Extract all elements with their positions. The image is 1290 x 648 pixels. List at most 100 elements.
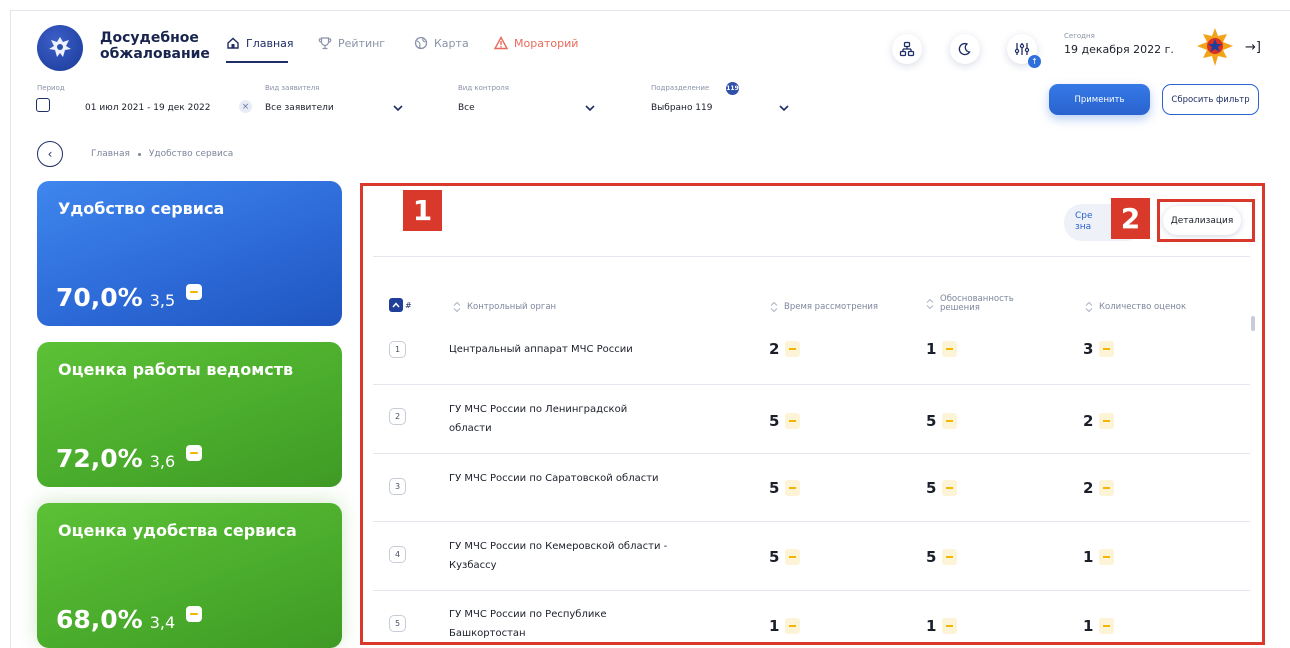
logout-icon[interactable]: →] [1245, 40, 1261, 55]
division-label: Подразделение [651, 84, 710, 92]
breadcrumb-separator [137, 152, 141, 156]
nav-home[interactable]: Главная [226, 36, 294, 50]
divider [373, 256, 1250, 257]
brand-title[interactable]: Досудебное обжалование [100, 30, 210, 62]
sort-number-header[interactable]: # [389, 298, 412, 312]
validity-value: 1 [926, 340, 937, 358]
agency-work-card[interactable]: Оценка работы ведомств 72,0% 3,6 [37, 342, 342, 487]
chevron-down-icon[interactable] [393, 104, 403, 112]
row-validity-value: 1 [926, 340, 958, 358]
card-title: Оценка удобства сервиса [58, 521, 297, 540]
logo-emblem[interactable] [37, 25, 83, 71]
row-org: ГУ МЧС России по Ленинградской области [449, 404, 628, 434]
number-header-label: # [405, 300, 412, 310]
card-title: Оценка работы ведомств [58, 360, 294, 379]
structure-button[interactable] [892, 34, 922, 64]
hierarchy-icon [899, 41, 915, 57]
sort-icon [926, 298, 934, 310]
nav-moratorium[interactable]: Мораторий [494, 36, 578, 50]
row-divider [373, 590, 1250, 591]
table-row[interactable]: 4 ГУ МЧС России по Кемеровской области -… [373, 537, 1250, 589]
control-label: Вид контроля [458, 84, 509, 92]
row-org: ГУ МЧС России по Саратовской области [449, 473, 659, 484]
validity-value: 5 [926, 548, 937, 566]
applicant-select[interactable]: Все заявители [265, 103, 334, 113]
apply-button[interactable]: Применить [1049, 84, 1150, 115]
table-row[interactable]: 2 ГУ МЧС России по Ленинградской области… [373, 400, 1250, 452]
row-time-value: 1 [769, 617, 801, 635]
globe-icon [414, 36, 428, 50]
reset-filter-button[interactable]: Сбросить фильтр [1162, 84, 1259, 115]
breadcrumb-current: Удобство сервиса [148, 149, 234, 159]
count-header-label: Количество оценок [1099, 302, 1187, 312]
nav-moratorium-label: Мораторий [514, 36, 579, 50]
service-rating-card[interactable]: Оценка удобства сервиса 68,0% 3,4 [37, 503, 342, 648]
count-value: 1 [1083, 617, 1094, 635]
trend-neutral-icon [186, 445, 203, 461]
validity-value: 1 [926, 617, 937, 635]
row-count-value: 1 [1083, 617, 1115, 635]
table-scrollbar[interactable] [1251, 316, 1255, 331]
moon-icon [958, 42, 971, 56]
time-header-label: Время рассмотрения [784, 302, 879, 312]
validity-column-header[interactable]: Обоснованность решения [926, 295, 1020, 313]
count-value: 2 [1083, 479, 1094, 497]
org-column-header[interactable]: Контрольный орган [453, 301, 556, 313]
table-row[interactable]: 1 Центральный аппарат МЧС России 2 1 3 [373, 340, 1250, 384]
count-value: 1 [1083, 548, 1094, 566]
row-org: ГУ МЧС России по Кемеровской области - К… [449, 541, 668, 571]
count-value: 2 [1083, 412, 1094, 430]
validity-header-label: Обоснованность решения [940, 294, 1014, 313]
warning-icon [494, 36, 508, 50]
today-date: 19 декабря 2022 г. [1064, 43, 1174, 56]
home-icon [227, 37, 239, 49]
sort-up-icon [389, 298, 403, 312]
nav-rating[interactable]: Рейтинг [318, 36, 385, 50]
detail-toggle-button[interactable]: Детализация [1163, 206, 1241, 235]
theme-toggle-button[interactable] [950, 34, 980, 64]
validity-value: 5 [926, 479, 937, 497]
chevron-down-icon[interactable] [585, 104, 595, 112]
time-value: 5 [769, 479, 780, 497]
period-value[interactable]: 01 июл 2021 - 19 дек 2022 [85, 103, 211, 113]
sort-icon [453, 301, 461, 313]
service-convenience-card[interactable]: Удобство сервиса 70,0% 3,5 [37, 181, 342, 326]
row-org: Центральный аппарат МЧС России [449, 344, 633, 355]
division-select[interactable]: Выбрано 119 [651, 103, 713, 113]
nav-home-label: Главная [246, 36, 294, 50]
breadcrumb-home[interactable]: Главная [91, 149, 130, 159]
chevron-down-icon[interactable] [779, 104, 789, 112]
time-value: 5 [769, 548, 780, 566]
applicant-label: Вид заявителя [265, 84, 320, 92]
eagle-icon [49, 37, 71, 57]
back-button[interactable]: ‹ [37, 141, 63, 167]
table-row[interactable]: 3 ГУ МЧС России по Саратовской области 5… [373, 469, 1250, 521]
row-time-value: 5 [769, 479, 801, 497]
sliders-icon [1014, 43, 1030, 55]
clear-period-icon[interactable]: × [239, 100, 252, 113]
count-column-header[interactable]: Количество оценок [1085, 301, 1186, 313]
trend-neutral-icon [1099, 413, 1115, 429]
row-divider [373, 521, 1250, 522]
org-header-label: Контрольный орган [467, 302, 557, 312]
sort-icon [1085, 301, 1093, 313]
row-divider [373, 384, 1250, 385]
nav-map[interactable]: Карта [414, 36, 469, 50]
control-select[interactable]: Все [458, 103, 475, 113]
row-time-value: 2 [769, 340, 801, 358]
trend-neutral-icon [186, 284, 203, 300]
period-label: Период [37, 84, 65, 92]
calendar-icon[interactable] [36, 98, 50, 112]
row-count-value: 3 [1083, 340, 1115, 358]
time-column-header[interactable]: Время рассмотрения [770, 301, 878, 313]
notification-badge: ↑ [1028, 55, 1041, 68]
callout-marker-1: 1 [403, 190, 442, 231]
trend-neutral-icon [942, 413, 958, 429]
table-row[interactable]: 5 ГУ МЧС России по Республике Башкортост… [373, 605, 1250, 643]
trend-neutral-icon [785, 618, 801, 634]
row-time-value: 5 [769, 412, 801, 430]
trend-neutral-icon [942, 341, 958, 357]
nav-active-indicator [226, 61, 288, 63]
row-number: 5 [389, 615, 406, 632]
card-score: 3,6 [149, 452, 176, 471]
